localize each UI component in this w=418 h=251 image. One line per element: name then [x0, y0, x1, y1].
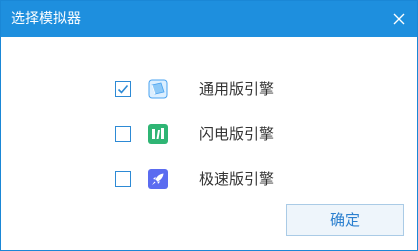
close-button[interactable]: [389, 9, 409, 29]
checkbox-general-engine[interactable]: [115, 81, 131, 97]
general-engine-icon: [148, 79, 168, 99]
lightning-engine-icon: [148, 124, 168, 144]
title-bar: 选择模拟器: [1, 1, 417, 37]
confirm-button[interactable]: 确定: [286, 204, 404, 236]
checkmark-icon: [117, 84, 129, 94]
select-emulator-dialog: 选择模拟器 通用版引擎 闪电版引擎 极速版引擎 确定: [0, 0, 418, 251]
option-label-general: 通用版引擎: [199, 80, 275, 98]
close-icon: [393, 13, 405, 25]
rocket-engine-icon: [148, 169, 168, 189]
dialog-title: 选择模拟器: [11, 11, 81, 27]
option-lightning-engine[interactable]: 闪电版引擎: [115, 123, 315, 145]
option-general-engine[interactable]: 通用版引擎: [115, 78, 315, 100]
checkbox-lightning-engine[interactable]: [115, 126, 131, 142]
option-label-speed: 极速版引擎: [199, 170, 275, 188]
checkbox-speed-engine[interactable]: [115, 171, 131, 187]
option-label-lightning: 闪电版引擎: [199, 125, 275, 143]
option-speed-engine[interactable]: 极速版引擎: [115, 168, 315, 190]
